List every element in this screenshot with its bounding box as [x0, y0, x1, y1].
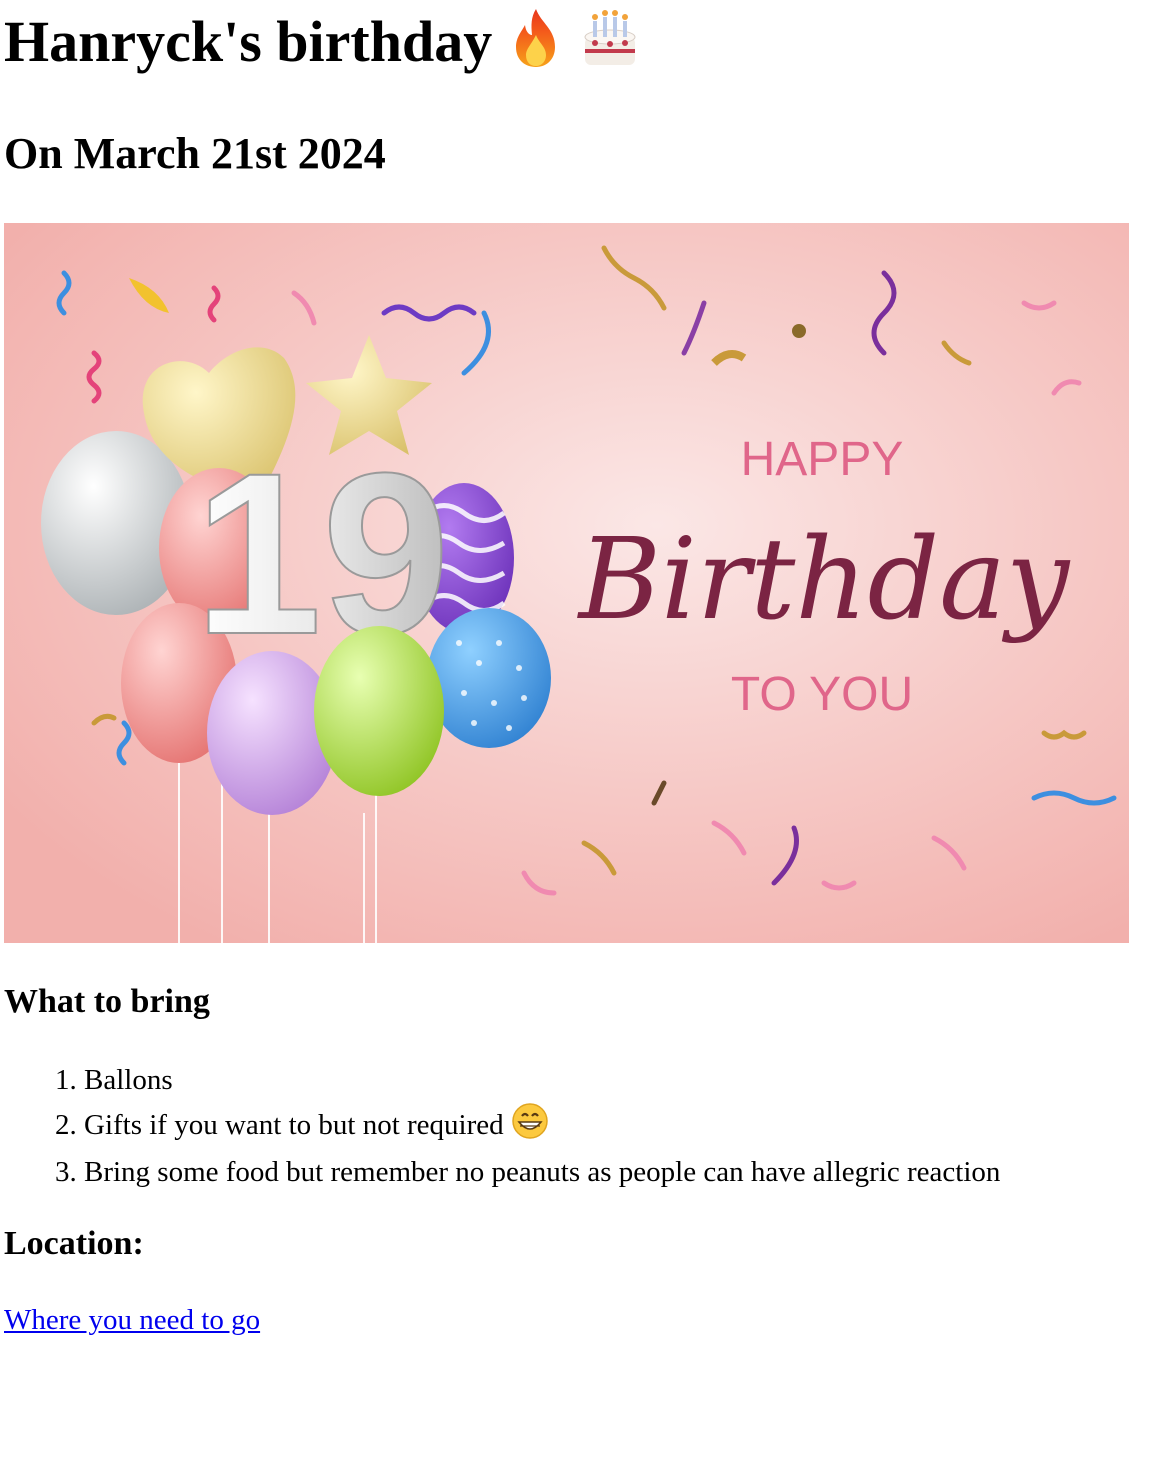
what-to-bring-heading: What to bring [4, 983, 210, 1020]
event-date: On March 21st 2024 [4, 129, 386, 178]
birthday-banner-image: 19 HAPPY Birthday TO YOU [4, 223, 1129, 943]
list-item-text: Ballons [84, 1064, 173, 1096]
banner-happy-text: HAPPY [741, 433, 904, 486]
banner-to-you-text: TO YOU [731, 668, 913, 721]
bring-list: Ballons Gifts if you want to but not req… [0, 1058, 1000, 1191]
list-item: Bring some food but remember no peanuts … [84, 1153, 1000, 1191]
page-title: Hanryck's birthday [4, 2, 641, 90]
page-title-text: Hanryck's birthday [4, 9, 493, 74]
list-item: Ballons [84, 1058, 1000, 1102]
grinning-face-icon [511, 1102, 549, 1153]
location-link[interactable]: Where you need to go [4, 1300, 260, 1340]
banner-birthday-text: Birthday [577, 515, 1071, 645]
list-item: Gifts if you want to but not required [84, 1102, 1000, 1153]
fire-icon [507, 5, 565, 90]
birthday-cake-icon [579, 5, 641, 90]
location-heading: Location: [4, 1225, 144, 1262]
list-item-text: Bring some food but remember no peanuts … [84, 1156, 1001, 1188]
list-item-text: Gifts if you want to but not required [84, 1109, 504, 1142]
